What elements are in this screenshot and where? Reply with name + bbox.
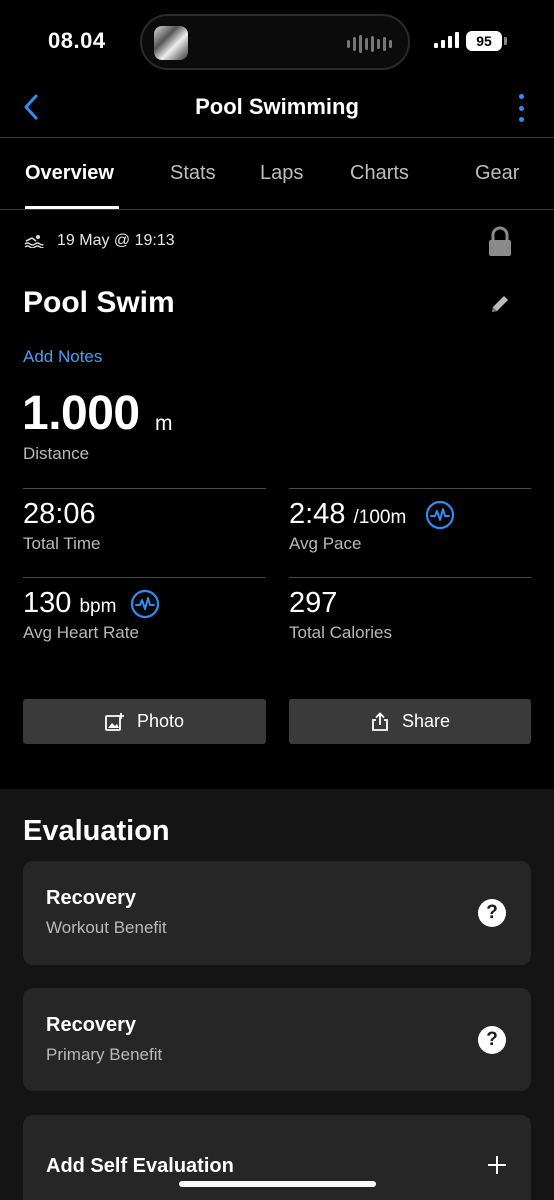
evaluation-heading: Evaluation (23, 815, 170, 847)
pulse-icon[interactable] (130, 589, 160, 619)
help-icon[interactable]: ? (478, 899, 506, 927)
eval-card-title: Recovery (46, 1014, 137, 1036)
add-photo-icon (105, 712, 124, 731)
more-vertical-icon (518, 94, 524, 99)
tab-gear[interactable]: Gear (475, 162, 519, 185)
plus-icon[interactable] (487, 1155, 507, 1175)
more-options-button[interactable] (516, 94, 526, 122)
distance-value: 1.000 (22, 387, 140, 440)
add-self-evaluation-card[interactable]: Add Self Evaluation (23, 1115, 531, 1200)
workout-benefit-card[interactable]: Recovery Workout Benefit ? (23, 861, 531, 965)
photo-button[interactable]: Photo (23, 699, 266, 744)
eval-card-subtitle: Workout Benefit (46, 918, 167, 937)
swim-icon (24, 235, 44, 248)
tab-overview[interactable]: Overview (25, 162, 114, 185)
stat-divider (23, 488, 266, 489)
cellular-signal-icon (434, 32, 459, 48)
avg-heart-rate-label: Avg Heart Rate (23, 623, 139, 642)
status-bar: 08.04 95 (0, 0, 554, 80)
distance-unit: m (155, 412, 173, 435)
tab-stats[interactable]: Stats (170, 162, 216, 185)
total-calories-value: 297 (289, 587, 338, 619)
tab-bar: Overview Stats Laps Charts Gear (0, 138, 554, 210)
total-time-label: Total Time (23, 534, 101, 553)
avg-hr-number: 130 (23, 587, 72, 619)
dynamic-island[interactable] (140, 14, 410, 70)
stat-divider (289, 488, 531, 489)
avg-pace-unit: /100m (353, 507, 407, 528)
activity-name: Pool Swim (23, 286, 175, 319)
activity-date: 19 May @ 19:13 (57, 232, 175, 249)
battery-indicator: 95 (466, 31, 507, 51)
photo-button-label: Photo (136, 711, 185, 731)
now-playing-artwork (154, 26, 188, 60)
total-time-value: 28:06 (23, 498, 96, 530)
tab-charts[interactable]: Charts (350, 162, 409, 185)
avg-pace-value: 2:48 /100m (289, 498, 406, 531)
stat-divider (23, 577, 266, 578)
avg-pace-number: 2:48 (289, 498, 346, 530)
audio-waveform-icon (347, 34, 392, 54)
eval-card-title: Recovery (46, 887, 137, 909)
total-calories-label: Total Calories (289, 623, 392, 642)
active-tab-indicator (25, 206, 119, 209)
navigation-bar: Pool Swimming (0, 80, 554, 138)
share-button-label: Share (401, 711, 451, 731)
evaluation-section: Evaluation Recovery Workout Benefit ? Re… (0, 789, 554, 1200)
primary-benefit-card[interactable]: Recovery Primary Benefit ? (23, 988, 531, 1091)
share-button[interactable]: Share (289, 699, 531, 744)
home-indicator[interactable] (179, 1181, 376, 1187)
help-icon[interactable]: ? (478, 1026, 506, 1054)
share-icon (372, 711, 388, 731)
add-self-evaluation-label: Add Self Evaluation (46, 1155, 234, 1177)
tab-laps[interactable]: Laps (260, 162, 303, 185)
lock-icon[interactable] (486, 226, 514, 258)
status-time: 08.04 (48, 28, 106, 53)
pulse-icon[interactable] (425, 500, 455, 530)
page-title: Pool Swimming (195, 94, 359, 119)
add-notes-link[interactable]: Add Notes (23, 347, 102, 367)
distance-label: Distance (23, 444, 90, 463)
stat-divider (289, 577, 531, 578)
avg-pace-label: Avg Pace (289, 534, 362, 553)
avg-hr-unit: bpm (79, 596, 117, 617)
avg-heart-rate-value: 130 bpm (23, 587, 116, 620)
eval-card-subtitle: Primary Benefit (46, 1045, 163, 1064)
edit-pencil-icon[interactable] (488, 292, 512, 316)
